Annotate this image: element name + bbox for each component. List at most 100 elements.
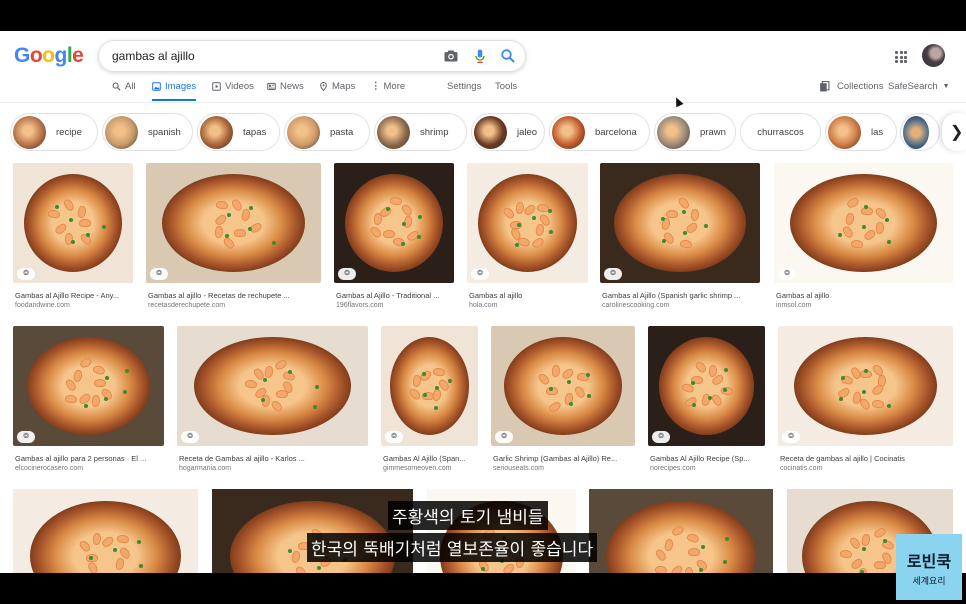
result-title[interactable]: Gambas al Ajillo - Traditional ...	[336, 291, 460, 300]
google-logo[interactable]: Google	[14, 44, 84, 68]
result-thumbnail[interactable]	[381, 326, 478, 446]
chip-recipe[interactable]: recipe	[10, 113, 98, 151]
image-result[interactable]: ❂ Gambas al Ajillo - Traditional ... 196fl…	[334, 163, 454, 315]
search-icon[interactable]	[500, 48, 516, 64]
result-title[interactable]: Gambas al ajillo - Recetas de rechupete …	[148, 291, 327, 300]
result-title[interactable]: Receta de gambas al ajillo | Cocinatis	[780, 454, 959, 463]
result-thumbnail[interactable]	[334, 163, 454, 283]
image-result[interactable]: ❂ Gambas al ajillo inmsol.com	[774, 163, 953, 315]
chip-partial[interactable]	[900, 113, 940, 151]
chip-jaleo[interactable]: jaleo	[471, 113, 545, 151]
chip-thumbnail	[105, 115, 138, 149]
search-box[interactable]: gambas al ajillo	[98, 40, 526, 72]
chip-label: prawn	[700, 126, 726, 138]
chip-spanish[interactable]: spanish	[102, 113, 193, 151]
chip-tapas[interactable]: tapas	[197, 113, 280, 151]
result-thumbnail[interactable]	[589, 489, 773, 573]
result-thumbnail[interactable]	[146, 163, 321, 283]
camera-icon[interactable]	[443, 48, 459, 64]
parsley	[707, 395, 712, 400]
map-pin-icon	[320, 82, 327, 91]
result-thumbnail[interactable]	[778, 326, 953, 446]
chip-las[interactable]: las	[825, 113, 897, 151]
clay-dish	[194, 336, 351, 436]
tab-more[interactable]: ⋮ More	[371, 81, 405, 92]
tools-link[interactable]: Tools	[495, 81, 517, 92]
clay-dish	[503, 336, 623, 436]
chip-pasta[interactable]: pasta	[284, 113, 370, 151]
chip-label: shrimp	[420, 126, 449, 138]
result-thumbnail[interactable]	[13, 163, 133, 283]
tab-news[interactable]: News	[267, 81, 304, 92]
result-title[interactable]: Gambas Al Ajillo (Span...	[383, 454, 484, 463]
collections-link[interactable]: Collections	[819, 81, 883, 92]
tab-videos[interactable]: Videos	[212, 81, 254, 92]
result-title[interactable]: Gambas Al Ajillo Recipe (Sp...	[650, 454, 771, 463]
image-result[interactable]: ❂ Gambas al Ajillo (Spanish garlic shrimp…	[600, 163, 760, 315]
chips-next-arrow-icon[interactable]: ❯	[942, 113, 966, 151]
tab-all[interactable]: All	[112, 81, 136, 92]
google-apps-icon[interactable]	[895, 51, 907, 63]
image-result[interactable]: ❂ Receta de Gambas al ajillo - Karlos ...…	[177, 326, 368, 478]
result-title[interactable]: Gambas al Ajillo Recipe - Any...	[15, 291, 139, 300]
chip-churrascos[interactable]: churrascos	[740, 113, 821, 151]
result-thumbnail[interactable]	[13, 489, 198, 573]
result-thumbnail[interactable]	[774, 163, 953, 283]
result-thumbnail[interactable]	[648, 326, 765, 446]
chip-thumbnail	[377, 115, 410, 149]
clay-dish	[23, 173, 123, 273]
image-result[interactable]: ❂ Gambas Al Ajillo (Span... gimmesomeoven.…	[381, 326, 478, 478]
recipe-badge-icon: ❂	[150, 268, 168, 280]
result-title[interactable]: Gambas al ajillo	[469, 291, 594, 300]
result-title[interactable]: Gambas al Ajillo (Spanish garlic shrimp …	[602, 291, 766, 300]
recipe-badge-icon: ❂	[471, 268, 489, 280]
avatar[interactable]	[922, 44, 945, 67]
result-source: gimmesomeoven.com	[383, 465, 452, 472]
safesearch-dropdown[interactable]: SafeSearch ▼	[888, 81, 950, 92]
result-source: foodandwine.com	[15, 302, 70, 309]
search-input[interactable]: gambas al ajillo	[112, 49, 195, 63]
more-vert-icon: ⋮	[371, 81, 380, 92]
recipe-badge-icon: ❂	[604, 268, 622, 280]
image-result[interactable]: ❂ Gambas al ajillo para 2 personas · El .…	[13, 326, 164, 478]
result-title[interactable]: Gambas al ajillo	[776, 291, 959, 300]
shrimp	[79, 219, 91, 227]
result-thumbnail[interactable]	[600, 163, 760, 283]
result-title[interactable]: Receta de Gambas al ajillo - Karlos ...	[179, 454, 374, 463]
video-icon	[212, 82, 221, 91]
settings-link[interactable]: Settings	[447, 81, 481, 92]
result-thumbnail[interactable]	[177, 326, 368, 446]
recipe-badge-icon: ❂	[17, 268, 35, 280]
chip-prawn[interactable]: prawn	[654, 113, 736, 151]
microphone-icon[interactable]	[472, 48, 488, 64]
parsley	[103, 396, 108, 401]
result-thumbnail[interactable]	[467, 163, 588, 283]
result-thumbnail[interactable]	[491, 326, 635, 446]
image-result[interactable]: ❂ Gambas al ajillo - Recetas de rechupete…	[146, 163, 321, 315]
chip-label: spanish	[148, 126, 181, 138]
chip-label: churrascos	[757, 126, 804, 138]
chip-thumbnail	[13, 115, 46, 149]
result-thumbnail[interactable]	[13, 326, 164, 446]
tab-images[interactable]: Images	[152, 81, 196, 92]
logo-letter: g	[54, 44, 68, 67]
clay-dish	[389, 336, 470, 436]
result-title[interactable]: Gambas al ajillo para 2 personas · El ..…	[15, 454, 170, 463]
image-result[interactable]: ❂ Gambas Al Ajillo Recipe (Sp... norecipes…	[648, 326, 765, 478]
active-tab-indicator	[152, 99, 196, 101]
header-divider	[0, 102, 966, 103]
image-result[interactable]: ❂ Garlic Shrimp (Gambas al Ajillo) Re... s…	[491, 326, 635, 478]
search-icon	[112, 82, 121, 91]
result-source: inmsol.com	[776, 302, 812, 309]
image-result[interactable]: ❂ Receta de gambas al ajillo | Cocinatis c…	[778, 326, 953, 478]
browser-viewport: Google gambas al ajillo All Images Video…	[0, 31, 966, 573]
result-title[interactable]: Garlic Shrimp (Gambas al Ajillo) Re...	[493, 454, 641, 463]
parsley	[548, 208, 553, 213]
tab-maps[interactable]: Maps	[319, 81, 355, 92]
image-result[interactable]: ❂ Gambas al Ajillo Recipe - Any... foodand…	[13, 163, 133, 315]
image-result[interactable]: ❂ Gambas al ajillo hola.com	[467, 163, 588, 315]
parsley	[863, 205, 868, 209]
chip-shrimp[interactable]: shrimp	[374, 113, 467, 151]
chip-barcelona[interactable]: barcelona	[549, 113, 650, 151]
chip-label: recipe	[56, 126, 82, 138]
